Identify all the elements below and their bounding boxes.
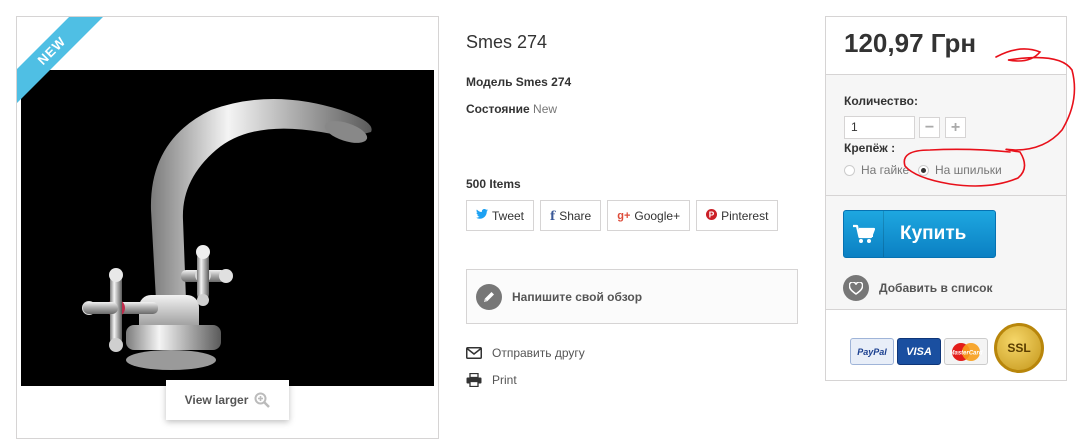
printer-icon [466,373,482,387]
tweet-label: Tweet [492,208,525,223]
write-review-label: Напишите свой обзор [512,289,643,304]
view-larger-button[interactable]: View larger [166,380,289,420]
print-link[interactable]: Print [466,373,517,387]
heart-icon [843,275,869,301]
product-model: Модель Smes 274 [466,75,572,89]
attribute-label: Крепёж : [844,141,896,155]
send-to-friend-label: Отправить другу [492,346,585,360]
buy-button[interactable]: Купить [843,210,996,258]
envelope-icon [466,347,482,359]
twitter-icon [476,208,488,222]
send-to-friend-link[interactable]: Отправить другу [466,346,585,360]
option-label: На шпильки [935,163,1002,177]
quantity-label: Количество: [844,94,918,108]
price-area: 120,97 Грн [826,17,1066,75]
google-plus-label: Google+ [634,208,681,223]
social-share-bar: Tweet f Share g+ Google+ P Pinterest [466,200,779,231]
option-na-shpilki[interactable]: На шпильки [918,163,1002,177]
svg-text:P: P [709,210,715,219]
divider [826,195,1066,196]
condition-value: New [533,102,558,116]
view-larger-label: View larger [184,393,249,407]
zoom-in-icon [254,392,271,408]
write-review-button[interactable]: Напишите свой обзор [466,269,798,324]
faucet-image [82,99,372,370]
condition-label: Состояние [466,102,530,116]
share-button[interactable]: f Share [540,200,602,231]
quantity-decrease-button[interactable]: − [919,117,940,138]
wishlist-label: Добавить в список [879,281,993,295]
facebook-icon: f [550,208,556,223]
product-title: Smes 274 [466,32,548,52]
product-condition: Состояние New [466,102,557,116]
payment-methods: PayPal VISA MasterCard SSL [826,309,1066,380]
pinterest-label: Pinterest [721,208,769,223]
ssl-seal-icon: SSL [994,323,1044,373]
quantity-increase-button[interactable]: + [945,117,966,138]
option-label: На гайке [861,163,910,177]
tweet-button[interactable]: Tweet [466,200,535,231]
paypal-logo: PayPal [850,338,894,365]
print-label: Print [492,373,517,387]
pencil-icon [476,283,502,310]
google-plus-icon: g+ [617,209,631,222]
google-plus-button[interactable]: g+ Google+ [607,200,691,231]
mastercard-text: MasterCard [949,350,982,356]
product-price: 120,97 Грн [844,28,977,58]
product-image-box: NEW View larger [16,16,439,439]
buy-button-label: Купить [900,223,967,244]
mastercard-logo: MasterCard [944,338,988,365]
radio-checked-icon [918,164,929,176]
shopping-cart-icon [844,211,884,257]
product-photo[interactable] [21,70,434,386]
add-to-wishlist-link[interactable]: Добавить в список [843,275,992,301]
share-label: Share [559,208,592,223]
buy-block: 120,97 Грн Количество: 1 − + Крепёж : На… [825,16,1067,381]
pinterest-icon: P [706,208,718,223]
option-na-gayke[interactable]: На гайке [844,163,909,177]
quantity-input[interactable]: 1 [844,116,915,139]
stock-quantity: 500 Items [466,177,521,191]
pinterest-button[interactable]: P Pinterest [696,200,779,231]
visa-logo: VISA [897,338,941,365]
radio-icon [844,164,855,176]
